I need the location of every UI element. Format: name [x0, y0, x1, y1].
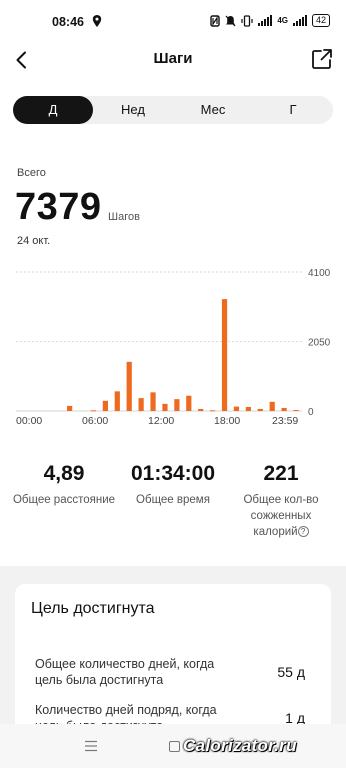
x-tick-label: 23:59: [272, 415, 298, 427]
chart-bar[interactable]: [233, 406, 240, 411]
goal-row-label-line1: Количество дней подряд, когда: [35, 703, 217, 717]
chart-bar[interactable]: [126, 361, 132, 411]
steps-bar-chart[interactable]: 4100 2050 0 00:00 06:00 12:00 18:00 23:59: [0, 262, 346, 432]
total-steps-value: 7379: [15, 186, 102, 228]
menu-icon[interactable]: [84, 740, 98, 752]
y-tick-label: 2050: [308, 338, 331, 349]
chart-bar[interactable]: [138, 398, 144, 411]
goal-title: Цель достигнута: [31, 600, 155, 617]
calories-label-line3-wrap: калорий?: [226, 524, 336, 540]
tab-year[interactable]: Г: [253, 96, 333, 124]
status-time: 08:46: [52, 15, 84, 29]
calories-label-line3: калорий: [253, 526, 298, 538]
goal-row-label-line2: цель была достигнута: [35, 673, 164, 687]
stat-time: 01:34:00 Общее время: [118, 462, 228, 508]
header: Шаги: [0, 44, 346, 76]
goal-row-value: 55 д: [277, 664, 305, 680]
period-tabs: Д Нед Мес Г: [13, 96, 333, 124]
signal-icon: [258, 15, 273, 26]
help-icon[interactable]: ?: [297, 526, 309, 537]
system-nav-bar: Calorizator.ru: [0, 724, 346, 768]
chart-bar[interactable]: [150, 392, 156, 411]
y-tick-label: 4100: [308, 268, 331, 279]
vibrate-icon: [241, 14, 253, 27]
mute-bell-icon: [225, 15, 236, 26]
chart-bar[interactable]: [102, 400, 108, 411]
calories-label-line2: сожженных: [250, 510, 312, 522]
goal-card: Цель достигнута Общее количество дней, к…: [15, 584, 331, 744]
network-type: 4G: [277, 16, 288, 25]
battery-icon: 42: [311, 14, 330, 27]
nfc-icon: [210, 14, 221, 27]
chart-bar[interactable]: [245, 406, 251, 411]
selected-date: 24 окт.: [17, 235, 51, 247]
tab-month[interactable]: Мес: [173, 96, 253, 124]
chart-bar[interactable]: [293, 409, 299, 411]
chart-bar[interactable]: [221, 299, 228, 411]
location-icon: [92, 15, 102, 27]
status-icons: 4G 42: [210, 14, 330, 27]
total-label: Всего: [17, 167, 46, 179]
share-icon: [312, 49, 332, 69]
distance-value: 4,89: [43, 462, 85, 485]
chart-bar[interactable]: [198, 408, 204, 411]
chart-bar[interactable]: [257, 408, 263, 411]
steps-unit: Шагов: [108, 211, 140, 223]
chart-bar[interactable]: [269, 401, 275, 411]
stat-calories: 221 Общее кол-во сожженных калорий?: [226, 462, 336, 540]
page-title: Шаги: [153, 50, 193, 67]
chart-bar[interactable]: [114, 391, 120, 411]
chart-bar[interactable]: [67, 405, 73, 411]
goal-row-label-line1: Общее количество дней, когда: [35, 657, 215, 671]
distance-label: Общее расстояние: [12, 494, 116, 506]
y-tick-label: 0: [308, 407, 314, 418]
watermark: Calorizator.ru: [183, 736, 297, 755]
chart-bar[interactable]: [174, 399, 180, 411]
x-tick-label: 00:00: [16, 415, 42, 427]
tab-day[interactable]: Д: [13, 96, 93, 124]
home-button[interactable]: [169, 741, 180, 752]
time-value: 01:34:00: [130, 462, 216, 485]
tab-week[interactable]: Нед: [93, 96, 173, 124]
calories-label-line1: Общее кол-во: [243, 494, 319, 506]
share-button[interactable]: [310, 47, 334, 71]
chart-bar[interactable]: [186, 395, 192, 411]
chart-bar[interactable]: [210, 410, 216, 412]
x-tick-label: 06:00: [82, 415, 108, 427]
chart-bar[interactable]: [281, 407, 287, 411]
x-tick-label: 18:00: [214, 415, 240, 427]
calories-value: 221: [263, 462, 299, 485]
stat-distance: 4,89 Общее расстояние: [5, 462, 123, 508]
x-tick-label: 12:00: [148, 415, 174, 427]
time-label: Общее время: [136, 494, 210, 506]
signal-2-icon: [292, 15, 307, 26]
goal-row-total-days: Общее количество дней, когда цель была д…: [35, 656, 315, 688]
chart-bar[interactable]: [90, 410, 97, 412]
calories-label: Общее кол-во сожженных калорий?: [226, 492, 336, 540]
status-bar: 08:46 4G 42: [0, 0, 346, 44]
chart-bar[interactable]: [162, 403, 168, 411]
